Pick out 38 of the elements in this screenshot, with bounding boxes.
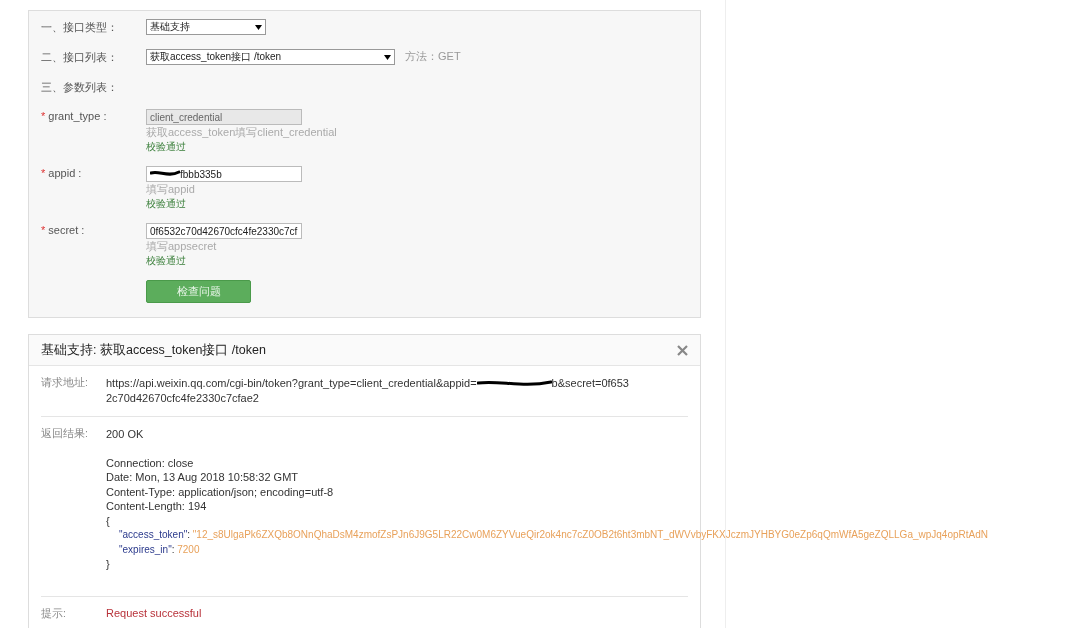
json-line: "access_token": "12_s8UlgaPk6ZXQb8ONnQhaDsM4zmofZsPJn6J9G5LR22Cw0M6ZYVueQir2ok4nc7cZ0OB2t6ht3mbNT_dWVvbyFKXJczmJYHBYG0eZp6qQmWfA5geZQLLGa_wpJq4opRtAdN (118, 528, 988, 542)
result-message: Request successful (106, 606, 202, 621)
param-label: * grant_type : (41, 109, 108, 122)
method-label: 方法：GET (405, 49, 461, 64)
validation-message: 校验通过 (146, 140, 187, 153)
input-field[interactable]: fbbb335b (146, 166, 302, 182)
json-line: "expires_in": 7200 (118, 542, 200, 557)
json-brace: { (106, 513, 111, 528)
header-line: Connection: close (106, 455, 195, 470)
param-label: * secret : (41, 223, 86, 236)
row-label: 请求地址: (41, 376, 89, 390)
header-line: Content-Type: application/json; encoding=utf-8 (106, 484, 335, 499)
header-line: Date: Mon, 13 Aug 2018 10:58:32 GMT (106, 470, 299, 485)
interface-type-select[interactable]: 基础支持 (146, 19, 266, 35)
close-icon[interactable] (677, 344, 688, 356)
dropdown-caret-icon (255, 24, 262, 30)
field-hint: 填写appsecret (146, 240, 218, 253)
dropdown-caret-icon (384, 54, 391, 60)
request-url: 2c70d42670cfc4fe2330c7cfae2 (106, 392, 259, 404)
field-hint: 获取access_token填写client_credential (146, 126, 337, 139)
header-line: Content-Length: 194 (106, 499, 208, 514)
panel-title: 基础支持: 获取access_token接口 /token (41, 341, 266, 359)
field-label: 一、接口类型： (41, 20, 119, 35)
request-url: b&secret=0f653 (551, 376, 629, 391)
redaction-scribble (150, 169, 180, 179)
row-label: 返回结果: (41, 427, 89, 441)
interface-list-select[interactable]: 获取access_token接口 /token (146, 49, 395, 65)
input-field[interactable]: 0f6532c70d42670cfc4fe2330c7cf (146, 223, 302, 239)
status-text: 200 OK (106, 427, 145, 442)
request-url: https://api.weixin.qq.com/cgi-bin/token?grant_type=client_credential&appid= (106, 376, 477, 391)
row-label: 提示: (41, 606, 67, 621)
json-brace: } (106, 557, 111, 572)
param-label: * appid : (41, 166, 83, 179)
validation-message: 校验通过 (146, 254, 187, 267)
section-label: 三、参数列表： (41, 80, 119, 95)
validation-message: 校验通过 (146, 197, 187, 210)
field-label: 二、接口列表： (41, 50, 119, 65)
field-hint: 填写appid (146, 183, 196, 196)
